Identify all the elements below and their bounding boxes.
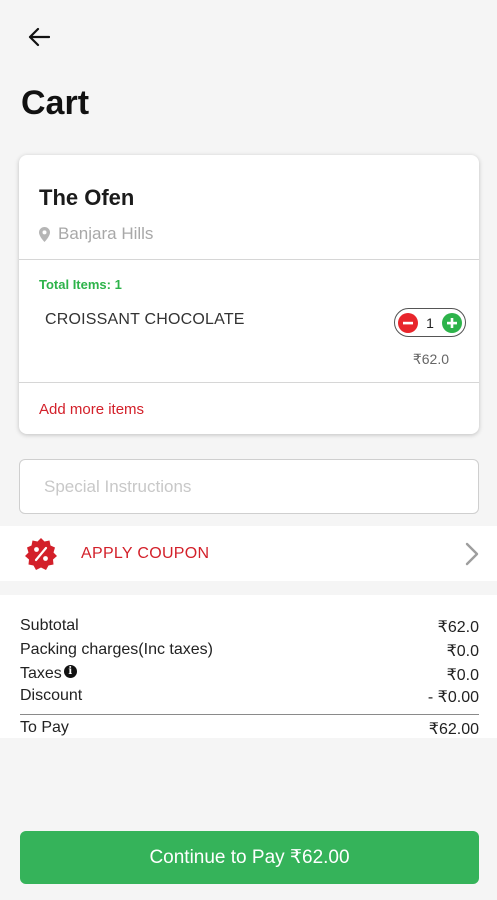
subtotal-value: ₹62.0: [437, 619, 479, 636]
map-pin-icon: [39, 226, 50, 242]
subtotal-row: Subtotal ₹62.0: [20, 617, 479, 637]
special-instructions-input[interactable]: [19, 459, 479, 514]
divider: [19, 382, 479, 383]
store-location-text: Banjara Hills: [58, 224, 154, 243]
continue-to-pay-button[interactable]: Continue to Pay ₹62.00: [20, 831, 479, 884]
discount-value: - ₹0.00: [427, 689, 479, 706]
taxes-value: ₹0.0: [446, 667, 479, 684]
packing-charges-value: ₹0.0: [446, 643, 479, 660]
packing-charges-label: Packing charges(Inc taxes): [20, 641, 213, 658]
discount-label: Discount: [20, 687, 83, 704]
increase-quantity-button[interactable]: [441, 312, 462, 333]
taxes-label: Taxes: [20, 665, 62, 682]
packing-charges-row: Packing charges(Inc taxes) ₹0.0: [20, 641, 479, 661]
divider: [20, 714, 479, 715]
back-button[interactable]: [22, 20, 56, 54]
plus-icon: [446, 317, 457, 328]
decrease-quantity-button[interactable]: [398, 312, 418, 333]
total-items-label: Total Items: 1: [39, 277, 122, 292]
info-icon[interactable]: i: [63, 665, 77, 678]
apply-coupon-row[interactable]: APPLY COUPON: [0, 526, 497, 581]
cart-card: The Ofen Banjara Hills Total Items: 1 CR…: [19, 155, 479, 434]
apply-coupon-label: APPLY COUPON: [81, 544, 210, 562]
store-name: The Ofen: [39, 185, 135, 210]
subtotal-label: Subtotal: [20, 617, 79, 634]
to-pay-value: ₹62.00: [428, 721, 479, 738]
to-pay-label: To Pay: [20, 719, 69, 736]
bill-summary: Subtotal ₹62.0 Packing charges(Inc taxes…: [0, 595, 497, 738]
divider: [19, 259, 479, 260]
taxes-row: Taxes i ₹0.0: [20, 665, 479, 685]
percent-badge-icon: [24, 537, 58, 571]
quantity-stepper: 1: [394, 308, 466, 337]
item-name: CROISSANT CHOCOLATE: [45, 311, 245, 328]
item-price: ₹62.0: [412, 351, 449, 367]
add-more-items-link[interactable]: Add more items: [39, 401, 144, 418]
discount-row: Discount - ₹0.00: [20, 687, 479, 707]
to-pay-row: To Pay ₹62.00: [20, 719, 479, 739]
minus-icon: [403, 321, 413, 324]
quantity-value: 1: [426, 314, 434, 331]
page-title: Cart: [21, 84, 90, 122]
store-location: Banjara Hills: [39, 224, 153, 244]
arrow-left-icon: [28, 27, 50, 47]
chevron-right-icon: [465, 542, 479, 566]
